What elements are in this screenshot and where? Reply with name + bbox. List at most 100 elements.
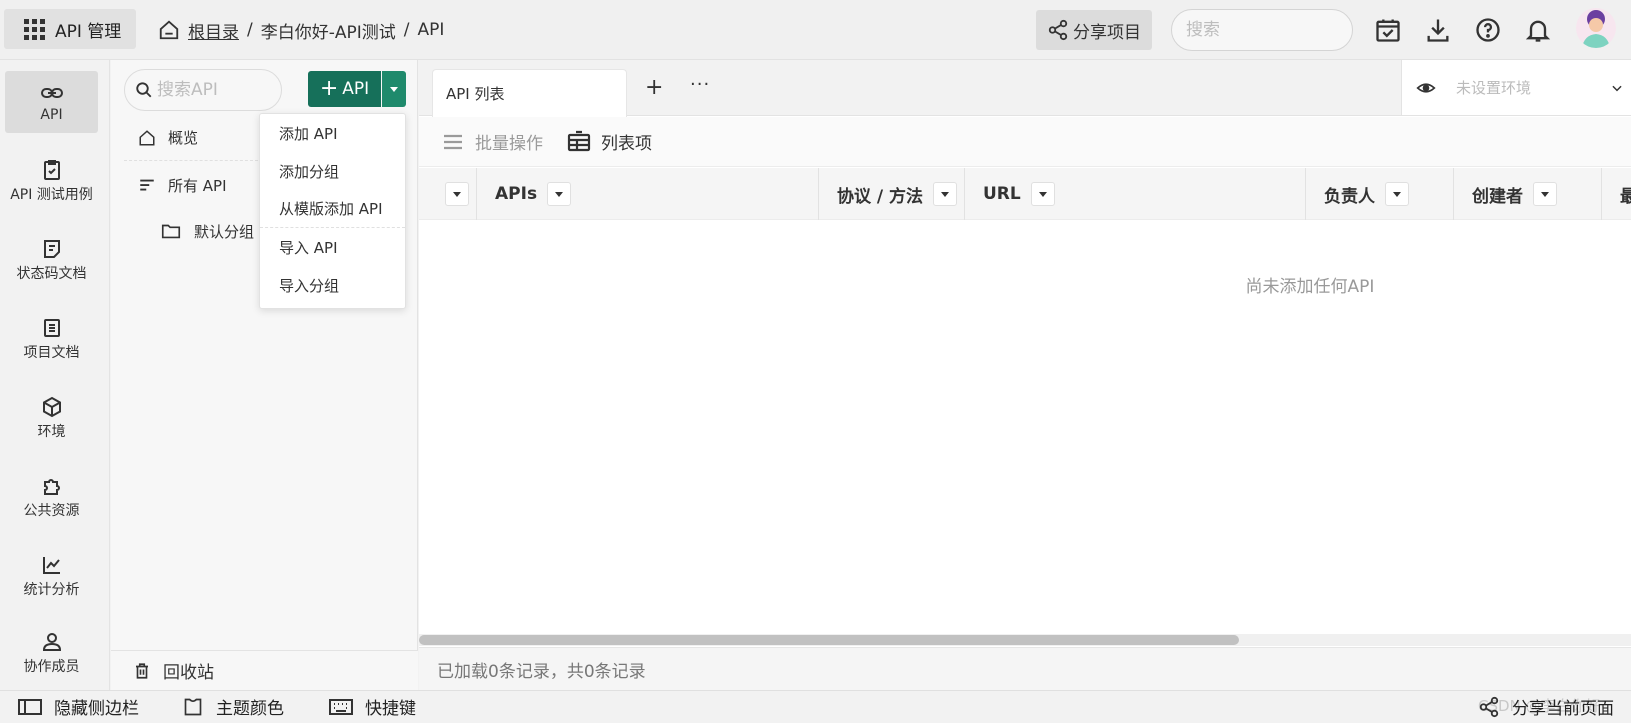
tab-api-list[interactable]: API 列表 [432, 69, 627, 117]
nav-item-label: 统计分析 [23, 582, 80, 598]
note-icon [43, 240, 60, 258]
nav-item-label: API 测试用例 [10, 187, 93, 203]
menu-item-import-group[interactable]: 导入分组 [260, 266, 405, 304]
bell-icon[interactable] [1524, 16, 1552, 44]
tab-label: API 列表 [446, 85, 505, 103]
select-all-dropdown[interactable] [445, 182, 469, 206]
avatar-icon [1582, 10, 1610, 48]
nav-item-status-codes[interactable]: 状态码文档 [5, 229, 98, 291]
list-icon [140, 179, 154, 191]
global-search-input[interactable] [1171, 9, 1353, 51]
caret-down-icon [390, 86, 398, 92]
hide-sidebar-label: 隐藏侧边栏 [54, 699, 139, 719]
sidebar-toggle-icon [18, 698, 42, 715]
help-icon[interactable] [1474, 16, 1502, 44]
share-project-button[interactable]: 分享项目 [1036, 10, 1152, 50]
records-status-text: 已加载0条记录，共0条记录 [437, 661, 646, 682]
menu-item-add-from-template[interactable]: 从模版添加 API [260, 190, 405, 228]
column-header-owner: 负责人 [1306, 168, 1454, 220]
column-settings-button[interactable]: 列表项 [567, 129, 652, 154]
column-filter-button[interactable] [1533, 182, 1557, 206]
breadcrumb-separator: / [403, 20, 410, 40]
menu-item-add-api[interactable]: 添加 API [260, 114, 405, 152]
trash-icon [136, 662, 148, 679]
column-filter-button[interactable] [933, 182, 958, 206]
column-header-label: 协议 / 方法 [837, 186, 924, 207]
theme-color-button[interactable]: 主题颜色 [182, 690, 284, 723]
clipboard-check-icon [43, 160, 60, 180]
share-page-button[interactable]: 分享当前页面 [1478, 690, 1614, 723]
menu-item-add-group[interactable]: 添加分组 [260, 152, 405, 190]
caret-down-icon [1541, 191, 1549, 197]
shortcuts-button[interactable]: 快捷键 [329, 690, 416, 723]
column-header-label: URL [983, 184, 1021, 204]
share-icon [1479, 696, 1499, 717]
table-columns-icon [567, 130, 591, 151]
folder-icon [161, 224, 181, 239]
calendar-check-icon[interactable] [1374, 16, 1402, 44]
add-api-button[interactable]: + API [308, 71, 381, 107]
hide-sidebar-button[interactable]: 隐藏侧边栏 [18, 690, 139, 723]
breadcrumb-current: API [417, 20, 445, 40]
home-icon [159, 20, 179, 40]
api-search-input[interactable] [157, 80, 273, 100]
breadcrumb-root[interactable]: 根目录 [188, 18, 239, 43]
add-api-label: API [342, 79, 370, 99]
environment-placeholder: 未设置环境 [1456, 79, 1532, 97]
keyboard-icon [329, 698, 353, 715]
api-search-field[interactable] [124, 69, 282, 111]
breadcrumb-separator: / [247, 20, 253, 40]
menu-item-import-api[interactable]: 导入 API [260, 228, 405, 266]
nav-item-label: API [40, 107, 63, 123]
link-icon [40, 88, 63, 98]
shirt-icon [184, 698, 202, 715]
menu-lines-icon [444, 134, 462, 149]
records-status: 已加载0条记录，共0条记录 [419, 647, 1631, 690]
nav-item-statistics[interactable]: 统计分析 [5, 545, 98, 607]
batch-operation-button[interactable]: 批量操作 [441, 129, 543, 154]
nav-item-project-docs[interactable]: 项目文档 [5, 308, 98, 370]
caret-down-icon [1393, 191, 1401, 197]
column-filter-button[interactable] [547, 182, 572, 206]
table-header: APIs 协议 / 方法 URL 负责人 创建者 最 [419, 168, 1631, 220]
recycle-bin[interactable]: 回收站 [111, 650, 418, 690]
tree-item-label: 所有 API [168, 176, 227, 195]
download-icon[interactable] [1424, 16, 1452, 44]
column-header-url: URL [965, 168, 1306, 220]
nav-item-environment[interactable]: 环境 [5, 387, 98, 449]
add-api-dropdown-toggle[interactable] [382, 71, 406, 107]
nav-item-members[interactable]: 协作成员 [5, 622, 98, 684]
theme-color-label: 主题颜色 [216, 699, 284, 719]
caret-down-icon [453, 191, 461, 197]
more-tabs-button[interactable]: ··· [690, 74, 710, 95]
nav-item-test-cases[interactable]: API 测试用例 [5, 150, 98, 212]
list-toolbar: 批量操作 列表项 [419, 117, 1631, 167]
column-filter-button[interactable] [1030, 182, 1055, 206]
breadcrumb-project[interactable]: 李白你好-API测试 [261, 18, 396, 43]
column-header-last: 最 [1602, 168, 1631, 220]
document-icon [43, 319, 60, 337]
nav-item-public-resources[interactable]: 公共资源 [5, 466, 98, 528]
column-filter-button[interactable] [1385, 182, 1409, 206]
tree-item-label: 默认分组 [194, 222, 255, 241]
add-tab-button[interactable]: + [645, 75, 663, 100]
tree-item-label: 概览 [168, 129, 199, 147]
environment-select[interactable]: 未设置环境 [1401, 60, 1631, 116]
app-menu-button[interactable]: API 管理 [4, 9, 136, 49]
app-name: API 管理 [55, 21, 122, 42]
nav-item-label: 公共资源 [23, 503, 80, 519]
column-header-label: 最 [1620, 186, 1631, 207]
eye-icon [1416, 82, 1436, 93]
search-icon [136, 82, 152, 98]
avatar[interactable] [1576, 8, 1616, 48]
horizontal-scrollbar-thumb[interactable] [419, 635, 1239, 645]
cube-icon [42, 396, 61, 418]
share-page-label: 分享当前页面 [1512, 699, 1614, 719]
home-icon [139, 129, 155, 145]
nav-item-label: 项目文档 [23, 345, 80, 361]
plus-icon: + [319, 76, 339, 101]
nav-item-api[interactable]: API [5, 71, 98, 133]
recycle-bin-label: 回收站 [163, 663, 214, 683]
column-settings-label: 列表项 [601, 134, 652, 154]
select-all-header [419, 168, 477, 220]
